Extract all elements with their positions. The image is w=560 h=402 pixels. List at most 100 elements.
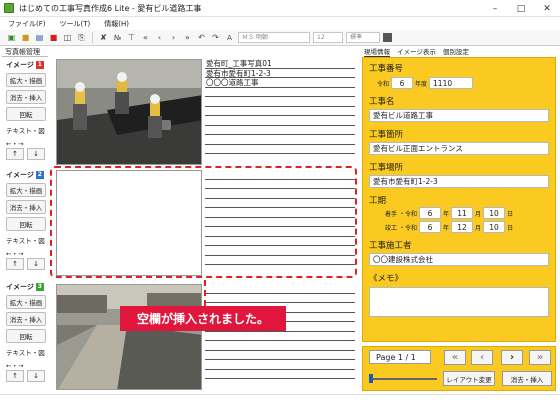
end-month-field[interactable]: 12 [451,221,474,233]
start-era-label: ・令和 [399,210,418,218]
day-unit: 日 [507,210,514,218]
close-icon[interactable]: ✕ [534,0,560,17]
work-place-field[interactable]: 愛有ビル正面エントランス [369,142,549,155]
tab-image-display[interactable]: イメージ表示 [397,46,436,57]
menu-tools[interactable]: ツール(T) [60,19,91,29]
move-up-button[interactable]: ↑ [6,258,24,270]
photo-1[interactable] [56,59,202,165]
contractor-label: 工事施工者 [369,241,412,251]
move-down-button[interactable]: ↓ [27,370,45,382]
app-icon [4,3,14,13]
image-group-1: イメージ 1 拡大・描画 消去・挿入 回転 テキスト・図 ←・→ ↑ ↓ [6,60,50,160]
rotate-button[interactable]: 回転 [6,217,46,231]
period-label: 工期 [369,196,387,206]
redo-icon[interactable]: ↷ [210,32,221,43]
last-page-button[interactable]: » [529,350,551,365]
print-icon[interactable]: ⎘ [76,32,87,43]
enlarge-draw-button[interactable]: 拡大・描画 [6,73,46,87]
end-year-field[interactable]: 6 [419,221,442,233]
text-figure-button[interactable]: テキスト・図 [6,347,50,357]
pdf-icon[interactable]: ■ [48,32,59,43]
end-label: 竣工 [385,224,398,232]
color-swatch-icon[interactable] [383,33,392,42]
move-down-button[interactable]: ↓ [27,148,45,160]
tab-photo-album[interactable]: 写真帳管理 [2,47,48,57]
contractor-field[interactable]: 〇〇建設株式会社 [369,253,549,266]
rotate-button[interactable]: 回転 [6,329,46,343]
work-site-field[interactable]: 愛有市愛有町1-2-3 [369,175,549,188]
status-bar [0,394,560,402]
save-icon[interactable]: ▤ [34,32,45,43]
toolbar-divider [92,32,93,43]
photo-3-description[interactable] [205,284,355,390]
text-format-icon[interactable]: ⊤ [126,32,137,43]
next-page-button[interactable]: › [501,350,523,365]
first-page-button[interactable]: « [444,350,466,365]
menu-bar: ファイル(F) ツール(T) 情報(H) [0,17,560,30]
menu-info[interactable]: 情報(H) [104,19,129,29]
photo-3[interactable] [56,284,202,390]
numbering-icon[interactable]: № [112,32,123,43]
pager-panel: Page 1 / 1 « ‹ › » レイアウト変更 消去・挿入 [362,346,556,391]
work-code-field[interactable]: 1110 [429,77,474,89]
desc-line: 愛有町_工事写真01 [205,59,355,69]
era-label: 令和 [377,80,390,88]
tab-individual-settings[interactable]: 個別設定 [443,46,469,57]
font-select[interactable]: ＭＳ 明朝 [238,32,310,43]
first-page-icon[interactable]: « [140,32,151,43]
font-style-icon[interactable]: A [224,32,235,43]
erase-insert-button[interactable]: 消去・挿入 [6,90,46,104]
last-page-icon[interactable]: » [182,32,193,43]
start-label: 着手 [385,210,398,218]
title-bar: はじめての工事写真作成6 Lite - 愛有ビル道路工事 – □ ✕ [0,0,560,17]
tools-icon[interactable]: ✘ [98,32,109,43]
erase-insert-button[interactable]: 消去・挿入 [6,200,46,214]
next-page-icon[interactable]: › [168,32,179,43]
image-group-3: イメージ 3 拡大・描画 消去・挿入 回転 テキスト・図 ←・→ ↑ ↓ [6,282,50,382]
move-down-button[interactable]: ↓ [27,258,45,270]
enlarge-draw-button[interactable]: 拡大・描画 [6,295,46,309]
image-group-2: イメージ 2 拡大・描画 消去・挿入 回転 テキスト・図 ←・→ ↑ ↓ [6,170,50,270]
memo-field[interactable] [369,287,549,317]
work-name-field[interactable]: 愛有ビル道路工事 [369,109,549,122]
zoom-slider-track[interactable] [371,378,437,380]
minimize-icon[interactable]: – [482,0,508,17]
start-year-field[interactable]: 6 [419,207,442,219]
open-folder-icon[interactable]: ■ [20,32,31,43]
enlarge-draw-button[interactable]: 拡大・描画 [6,183,46,197]
start-month-field[interactable]: 11 [451,207,474,219]
text-figure-button[interactable]: テキスト・図 [6,125,50,135]
notice-connector [204,280,206,306]
rotate-button[interactable]: 回転 [6,107,46,121]
erase-insert-button[interactable]: 消去・挿入 [502,371,552,386]
inserted-blank-highlight [50,166,357,278]
prev-page-button[interactable]: ‹ [471,350,493,365]
menu-file[interactable]: ファイル(F) [8,19,46,29]
arrow-label: ←・→ [6,362,24,370]
end-day-field[interactable]: 10 [483,221,506,233]
font-size-select[interactable]: 12 [313,32,343,43]
undo-icon[interactable]: ↶ [196,32,207,43]
font-style-select[interactable]: 標準 [346,32,380,43]
layout-change-button[interactable]: レイアウト変更 [443,371,495,386]
zoom-slider-thumb[interactable] [369,374,373,383]
start-day-field[interactable]: 10 [483,207,506,219]
construction-photo-3 [57,285,201,389]
work-site-label: 工事場所 [369,163,404,173]
site-info-panel: 工事番号 令和 6 年度 1110 工事名 愛有ビル道路工事 工事箇所 愛有ビル… [362,57,556,342]
work-year-field[interactable]: 6 [391,77,414,89]
prev-page-icon[interactable]: ‹ [154,32,165,43]
text-figure-button[interactable]: テキスト・図 [6,235,50,245]
construction-photo-1 [57,60,201,164]
maximize-icon[interactable]: □ [508,0,534,17]
image-label: イメージ [6,171,34,179]
right-tabs: 現場情報 イメージ表示 個別設定 [362,46,560,57]
move-up-button[interactable]: ↑ [6,148,24,160]
photo-1-description[interactable]: 愛有町_工事写真01 愛有市愛有町1-2-3 〇〇〇道路工事 [205,59,355,165]
day-unit: 日 [507,224,514,232]
move-up-button[interactable]: ↑ [6,370,24,382]
print-preview-icon[interactable]: ◫ [62,32,73,43]
erase-insert-button[interactable]: 消去・挿入 [6,312,46,326]
new-file-icon[interactable]: ▣ [6,32,17,43]
tab-site-info[interactable]: 現場情報 [364,46,390,57]
